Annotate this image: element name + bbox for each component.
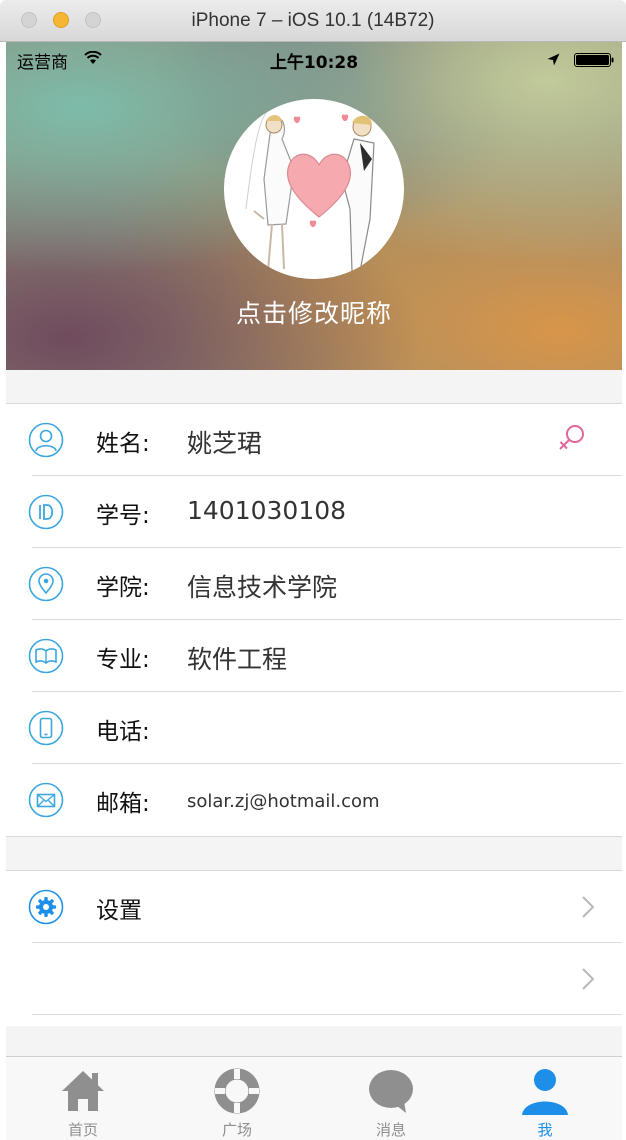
personal-info-list: 姓名: 姚芝珺 学号: 1401030108 学院: 信息技术学院 专业: 软件… [6, 403, 622, 837]
home-icon [62, 1071, 104, 1111]
message-icon [369, 1070, 413, 1113]
empty-row[interactable] [6, 943, 622, 1015]
settings-label: 设置 [96, 898, 142, 924]
chevron-right-icon [582, 896, 595, 918]
user-icon [28, 422, 64, 458]
info-label: 邮箱: [96, 791, 150, 817]
info-row-major[interactable]: 专业: 软件工程 [6, 620, 622, 692]
info-label: 专业: [96, 647, 150, 673]
status-time: 上午10:28 [269, 53, 359, 73]
info-row-email[interactable]: 邮箱: solar.zj@hotmail.com [6, 764, 622, 836]
me-icon [522, 1069, 568, 1115]
info-label: 学号: [96, 503, 150, 529]
status-bar: 运营商 上午10:28 [6, 42, 622, 76]
tab-me[interactable]: 我 [468, 1057, 622, 1140]
simulator-title-bar: iPhone 7 – iOS 10.1 (14B72) [0, 0, 626, 42]
tab-home[interactable]: 首页 [6, 1057, 160, 1140]
gear-icon [28, 889, 64, 925]
mail-icon [28, 782, 64, 818]
window-title: iPhone 7 – iOS 10.1 (14B72) [191, 10, 435, 31]
tab-label: 消息 [375, 1121, 406, 1139]
nickname-edit-link[interactable]: 点击修改昵称 [6, 294, 622, 330]
info-row-student-id[interactable]: 学号: 1401030108 [6, 476, 622, 548]
tab-label: 我 [537, 1121, 553, 1139]
tab-label: 广场 [221, 1121, 252, 1139]
female-gender-icon [559, 425, 584, 450]
phone-icon [28, 710, 64, 746]
tab-bar: 首页 广场 消息 我 [6, 1056, 622, 1140]
info-row-phone[interactable]: 电话: [6, 692, 622, 764]
battery-icon [574, 53, 614, 67]
info-row-name[interactable]: 姓名: 姚芝珺 [6, 404, 622, 476]
tab-plaza[interactable]: 广场 [160, 1057, 314, 1140]
info-label: 学院: [96, 575, 150, 601]
tab-messages[interactable]: 消息 [314, 1057, 468, 1140]
plaza-icon [214, 1068, 260, 1114]
device-screen: 运营商 上午10:28 点击修改昵称 姓名: 姚芝珺 学号: 140103010… [6, 42, 622, 1140]
book-icon [28, 638, 64, 674]
location-arrow-icon [547, 53, 560, 66]
info-row-college[interactable]: 学院: 信息技术学院 [6, 548, 622, 620]
avatar[interactable] [224, 99, 404, 279]
settings-list: 设置 [6, 870, 622, 1026]
info-label: 姓名: [96, 431, 150, 457]
tab-label: 首页 [67, 1121, 98, 1139]
row-divider [32, 1014, 622, 1015]
info-value: 姚芝珺 [187, 429, 263, 458]
info-value: 软件工程 [187, 645, 288, 674]
info-value: 1401030108 [187, 496, 347, 525]
profile-header: 运营商 上午10:28 点击修改昵称 [6, 42, 622, 370]
chevron-right-icon [582, 968, 595, 990]
id-icon [28, 494, 64, 530]
wedding-couple-avatar-image [224, 99, 404, 279]
location-pin-icon [28, 566, 64, 602]
info-label: 电话: [96, 719, 150, 745]
info-value: solar.zj@hotmail.com [187, 791, 380, 812]
info-value: 信息技术学院 [187, 573, 338, 602]
settings-row[interactable]: 设置 [6, 871, 622, 943]
